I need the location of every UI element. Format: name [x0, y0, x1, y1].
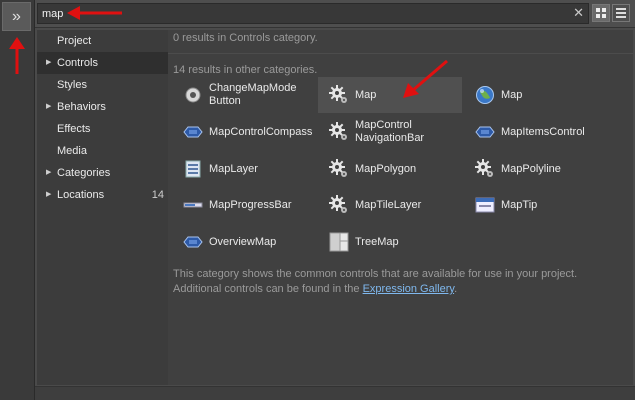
result-item-mappolygon[interactable]: MapPolygon — [318, 151, 462, 187]
result-item-mapprogressbar[interactable]: MapProgressBar — [172, 187, 316, 223]
window-icon — [475, 195, 495, 215]
search-box: ✕ — [37, 3, 589, 24]
other-results-text: 14 results in other categories. — [173, 64, 318, 76]
sidebar-item-label: Media — [57, 145, 87, 157]
sidebar-item-label: Styles — [57, 79, 87, 91]
result-item-mapcontrolcompass[interactable]: MapControlCompass — [172, 114, 316, 150]
sidebar-item-label: Categories — [57, 167, 111, 179]
gear-icon — [329, 159, 349, 179]
result-item-label: Map — [355, 88, 377, 101]
result-item-overviewmap[interactable]: OverviewMap — [172, 224, 316, 260]
description-line-2-prefix: Additional controls can be found in the — [173, 283, 363, 295]
clear-search-icon[interactable]: ✕ — [573, 5, 584, 21]
progress-bar-icon — [183, 195, 203, 215]
sidebar-item-count: 14 — [151, 189, 164, 201]
double-chevron-right-icon: » — [12, 7, 21, 25]
gear-icon — [329, 85, 349, 105]
expand-triangle-icon[interactable]: ▶ — [46, 162, 51, 184]
description-line-2-suffix: . — [454, 283, 458, 295]
sidebar-item-styles[interactable]: Styles — [37, 74, 168, 96]
search-input[interactable] — [42, 5, 562, 22]
radio-button-icon — [183, 85, 203, 105]
expression-gallery-link[interactable]: Expression Gallery — [363, 283, 455, 295]
gear-icon — [329, 122, 349, 142]
result-item-label: MapPolygon — [355, 162, 417, 175]
result-item-label: MapControl NavigationBar — [355, 119, 425, 144]
result-item-label: MapItemsControl — [501, 125, 585, 138]
description-line-1: This category shows the common controls … — [173, 268, 578, 280]
result-item-maptilelayer[interactable]: MapTileLayer — [318, 187, 462, 223]
treemap-icon — [329, 232, 349, 252]
sidebar-item-label: Project — [57, 35, 92, 47]
results-divider — [168, 53, 633, 54]
expand-panel-button[interactable]: » — [2, 2, 31, 31]
result-item-mapcontrolnavigationbar[interactable]: MapControl NavigationBar — [318, 114, 462, 150]
control-diamond-icon — [475, 122, 495, 142]
sidebar-item-label: Behaviors — [57, 101, 106, 113]
result-item-label: MapProgressBar — [209, 198, 292, 211]
gear-icon — [329, 195, 349, 215]
search-row: ✕ — [35, 0, 635, 28]
list-view-button[interactable] — [612, 4, 630, 22]
category-results-text: 0 results in Controls category. — [173, 32, 318, 44]
grid-view-icon — [596, 8, 606, 18]
result-item-label: MapPolyline — [501, 162, 561, 175]
sidebar-item-behaviors[interactable]: ▶ Behaviors — [37, 96, 168, 118]
category-description: This category shows the common controls … — [173, 267, 628, 297]
assets-panel: ✕ Project ▶ Controls Styles ▶ Behaviors Effect… — [35, 0, 635, 400]
result-item-label: TreeMap — [355, 235, 399, 248]
result-item-label: OverviewMap — [209, 235, 277, 248]
result-item-treemap[interactable]: TreeMap — [318, 224, 462, 260]
list-view-icon — [616, 8, 626, 18]
results-area: 0 results in Controls category. 14 resul… — [168, 30, 633, 385]
left-toolbar-strip: » — [0, 0, 35, 400]
panel-bottom-bar — [35, 386, 635, 400]
result-item-mappolyline[interactable]: MapPolyline — [464, 151, 608, 187]
expand-triangle-icon[interactable]: ▶ — [46, 52, 51, 74]
result-item-label: MapTileLayer — [355, 198, 422, 211]
sidebar-item-label: Locations — [57, 189, 105, 201]
result-item-changemapmodebutton[interactable]: ChangeMapMode Button — [172, 77, 316, 113]
result-item-label: MapTip — [501, 198, 538, 211]
result-item-map[interactable]: Map — [464, 77, 608, 113]
sidebar-item-controls[interactable]: ▶ Controls — [37, 52, 168, 74]
globe-icon — [475, 85, 495, 105]
sidebar-item-media[interactable]: Media — [37, 140, 168, 162]
expand-triangle-icon[interactable]: ▶ — [46, 184, 51, 206]
sidebar-item-label: Effects — [57, 123, 91, 135]
result-item-maplayer[interactable]: MapLayer — [172, 151, 316, 187]
sidebar-item-effects[interactable]: Effects — [37, 118, 168, 140]
sidebar-item-locations[interactable]: ▶ Locations 14 — [37, 184, 168, 206]
category-sidebar: Project ▶ Controls Styles ▶ Behaviors Effects M… — [37, 30, 168, 385]
gear-icon — [475, 159, 495, 179]
result-item-label: ChangeMapMode Button — [209, 82, 297, 107]
control-diamond-icon — [183, 232, 203, 252]
expand-triangle-icon[interactable]: ▶ — [46, 96, 51, 118]
grid-view-button[interactable] — [592, 4, 610, 22]
result-item-mapitemscontrol[interactable]: MapItemsControl — [464, 114, 608, 150]
result-item-maptip[interactable]: MapTip — [464, 187, 608, 223]
sidebar-item-categories[interactable]: ▶ Categories — [37, 162, 168, 184]
panel-icon — [183, 159, 203, 179]
result-item-label: MapLayer — [209, 162, 258, 175]
sidebar-item-label: Controls — [57, 57, 98, 69]
result-item-label: MapControlCompass — [209, 125, 313, 138]
control-diamond-icon — [183, 122, 203, 142]
sidebar-item-project[interactable]: Project — [37, 30, 168, 52]
result-item-label: Map — [501, 88, 523, 101]
result-item-map[interactable]: Map — [318, 77, 462, 113]
